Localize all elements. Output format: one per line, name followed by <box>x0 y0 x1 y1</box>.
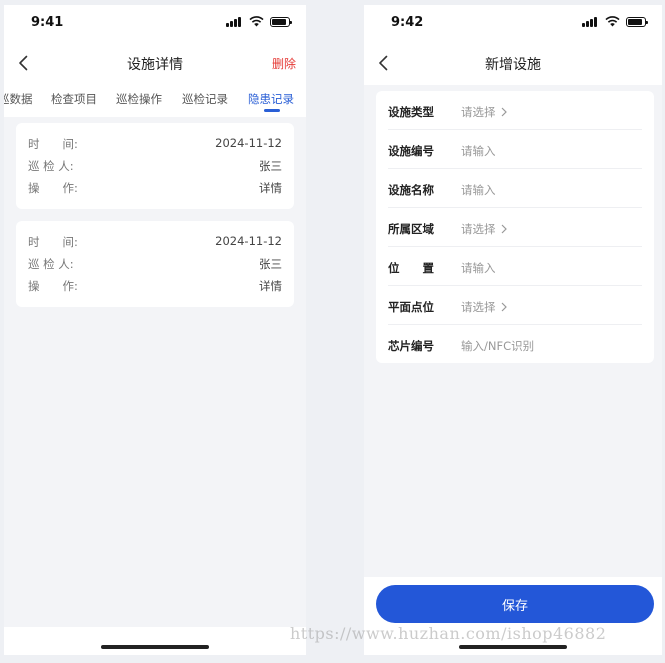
form-label: 平面点位 <box>388 300 434 314</box>
record-label: 操 作: <box>28 181 78 195</box>
nav-bar: 新增设施 <box>364 41 662 85</box>
tab-inspection-records[interactable]: 巡检记录 <box>182 91 228 107</box>
tab-bar: 巡数据 检查项目 巡检操作 巡检记录 隐患记录 <box>4 85 306 117</box>
facility-form: 设施类型 请选择 设施编号 请输入 设施名称 请输入 所属区域 请选择 位 置 … <box>376 91 654 363</box>
form-label: 位 置 <box>388 261 434 275</box>
floor-point-select[interactable]: 平面点位 请选择 <box>388 286 642 325</box>
form-placeholder: 请输入 <box>461 261 496 275</box>
status-bar: 9:41 <box>4 5 306 41</box>
facility-type-select[interactable]: 设施类型 请选择 <box>388 91 642 130</box>
chevron-right-icon <box>501 302 507 312</box>
record-time-row: 时 间: 2024-11-12 <box>28 136 282 152</box>
record-time-row: 时 间: 2024-11-12 <box>28 234 282 250</box>
status-time: 9:42 <box>391 15 424 30</box>
form-placeholder: 请输入 <box>461 183 496 197</box>
facility-number-input[interactable]: 设施编号 请输入 <box>388 130 642 169</box>
watermark: https://www.huzhan.com/ishop46882 <box>290 624 607 643</box>
chevron-right-icon <box>501 224 507 234</box>
status-bar: 9:42 <box>364 5 662 41</box>
record-label: 时 间: <box>28 137 78 151</box>
form-label: 设施编号 <box>388 144 434 158</box>
page-title: 新增设施 <box>485 57 541 73</box>
wifi-icon <box>605 16 620 27</box>
nav-bar: 设施详情 删除 <box>4 41 306 85</box>
record-inspector: 张三 <box>259 159 282 173</box>
record-label: 操 作: <box>28 279 78 293</box>
signal-icon <box>226 17 242 27</box>
record-detail-link[interactable]: 详情 <box>259 278 282 294</box>
record-card: 时 间: 2024-11-12 巡 检 人: 张三 操 作: 详情 <box>16 221 294 307</box>
battery-icon <box>626 17 648 27</box>
form-label: 芯片编号 <box>388 339 434 353</box>
chip-number-input[interactable]: 芯片编号 输入/NFC识别 <box>388 325 642 364</box>
form-value: 请选择 <box>461 104 508 120</box>
form-placeholder: 输入/NFC识别 <box>461 339 535 353</box>
home-indicator <box>101 645 209 649</box>
area-select[interactable]: 所属区域 请选择 <box>388 208 642 247</box>
wifi-icon <box>249 16 264 27</box>
status-icons <box>222 16 292 27</box>
record-operation-row: 操 作: 详情 <box>28 278 282 294</box>
record-card: 时 间: 2024-11-12 巡 检 人: 张三 操 作: 详情 <box>16 123 294 209</box>
form-label: 所属区域 <box>388 222 434 236</box>
bottom-bar: 保存 <box>364 577 662 655</box>
form-placeholder: 请输入 <box>461 144 496 158</box>
home-indicator <box>459 645 567 649</box>
location-input[interactable]: 位 置 请输入 <box>388 247 642 286</box>
record-label: 时 间: <box>28 235 78 249</box>
save-button[interactable]: 保存 <box>376 585 654 623</box>
record-inspector-row: 巡 检 人: 张三 <box>28 256 282 272</box>
form-value: 请选择 <box>461 221 508 237</box>
record-inspector: 张三 <box>259 257 282 271</box>
battery-icon <box>270 17 292 27</box>
record-label: 巡 检 人: <box>28 257 74 271</box>
page-title: 设施详情 <box>127 57 183 73</box>
tab-inspection-data[interactable]: 巡数据 <box>4 91 33 107</box>
form-label: 设施类型 <box>388 105 434 119</box>
add-facility-screen: 9:42 新增设施 设施类型 请选择 设施编号 请输入 设施名称 请输入 所属区… <box>364 5 662 655</box>
record-detail-link[interactable]: 详情 <box>259 180 282 196</box>
record-time: 2024-11-12 <box>215 136 282 150</box>
signal-icon <box>582 17 598 27</box>
record-time: 2024-11-12 <box>215 234 282 248</box>
record-inspector-row: 巡 检 人: 张三 <box>28 158 282 174</box>
tab-inspection-operation[interactable]: 巡检操作 <box>116 91 162 107</box>
form-label: 设施名称 <box>388 183 434 197</box>
status-time: 9:41 <box>31 15 64 30</box>
status-icons <box>578 16 648 27</box>
bottom-safe-area <box>4 627 306 655</box>
chevron-right-icon <box>501 107 507 117</box>
record-label: 巡 检 人: <box>28 159 74 173</box>
facility-detail-screen: 9:41 设施详情 删除 巡数据 检查项目 巡检操作 巡检记录 隐 <box>4 5 306 655</box>
form-value: 请选择 <box>461 299 508 315</box>
active-tab-indicator <box>264 109 280 112</box>
facility-name-input[interactable]: 设施名称 请输入 <box>388 169 642 208</box>
record-operation-row: 操 作: 详情 <box>28 180 282 196</box>
delete-button[interactable]: 删除 <box>272 55 296 72</box>
tab-check-items[interactable]: 检查项目 <box>51 91 97 107</box>
tab-hazard-records[interactable]: 隐患记录 <box>248 91 294 107</box>
